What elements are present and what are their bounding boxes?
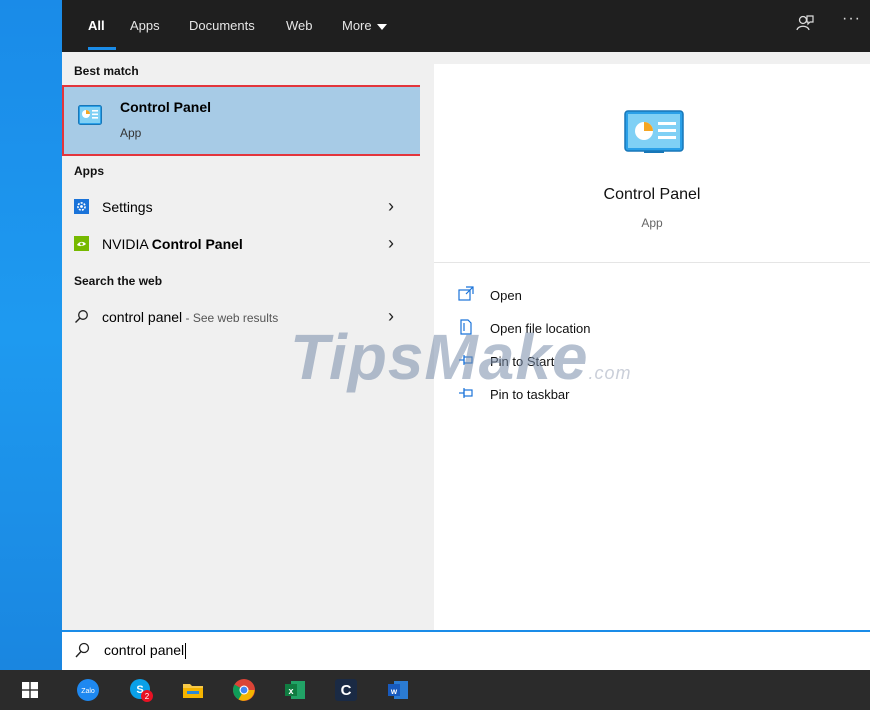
- control-panel-icon: [78, 105, 102, 125]
- open-icon: [458, 286, 474, 301]
- settings-gear-icon: [74, 199, 89, 214]
- section-apps: Apps: [74, 164, 104, 178]
- more-options-icon[interactable]: ···: [842, 10, 861, 28]
- nvidia-icon: [74, 236, 89, 251]
- skype-icon[interactable]: S 2: [129, 678, 153, 702]
- excel-icon[interactable]: x: [283, 678, 307, 702]
- svg-text:Zalo: Zalo: [81, 688, 95, 695]
- section-best-match: Best match: [74, 64, 139, 78]
- svg-text:C: C: [341, 682, 352, 699]
- chevron-right-icon[interactable]: ›: [388, 196, 394, 217]
- web-result-query: control panel: [102, 309, 183, 325]
- svg-text:2: 2: [145, 692, 150, 701]
- tab-web[interactable]: Web: [286, 18, 313, 33]
- control-panel-icon: [624, 110, 684, 153]
- desktop-background: [0, 0, 62, 670]
- preview-title: Control Panel: [603, 186, 701, 203]
- app-result-settings[interactable]: Settings ›: [62, 190, 420, 224]
- nvidia-label-prefix: NVIDIA: [102, 236, 152, 252]
- watermark-suffix: .com: [588, 363, 632, 383]
- tab-more-label: More: [342, 18, 372, 33]
- search-scope-bar: All Apps Documents Web More ···: [62, 0, 870, 52]
- search-icon: [75, 642, 90, 658]
- text-cursor: [185, 643, 187, 660]
- windows-start-icon[interactable]: [22, 682, 38, 698]
- word-icon[interactable]: w: [386, 678, 410, 702]
- nvidia-label-match: Control Panel: [151, 236, 243, 252]
- best-match-subtitle: App: [120, 126, 142, 140]
- active-tab-indicator: [88, 47, 116, 50]
- taskbar: Zalo S 2 x C w: [0, 670, 870, 710]
- section-search-web: Search the web: [74, 274, 163, 288]
- action-open[interactable]: Open: [458, 284, 758, 308]
- chevron-right-icon[interactable]: ›: [388, 233, 394, 254]
- tab-more[interactable]: More: [342, 18, 387, 33]
- zalo-icon[interactable]: Zalo: [76, 678, 100, 702]
- preview-subtitle: App: [641, 216, 663, 230]
- best-match-result[interactable]: Control Panel App: [62, 85, 426, 156]
- divider: [434, 262, 870, 263]
- svg-text:x: x: [288, 686, 293, 696]
- watermark-main: TipsMake: [290, 321, 589, 393]
- action-label: Open: [490, 288, 522, 303]
- watermark: TipsMake.com: [290, 320, 632, 394]
- app-result-label: Settings: [102, 199, 153, 215]
- chevron-down-icon: [376, 23, 387, 30]
- tab-all[interactable]: All: [88, 18, 105, 33]
- tab-documents[interactable]: Documents: [189, 18, 255, 33]
- best-match-title: Control Panel: [120, 99, 212, 115]
- app-result-label: NVIDIA Control Panel: [102, 236, 243, 252]
- search-input[interactable]: control panel: [104, 642, 187, 660]
- search-box[interactable]: control panel: [62, 630, 870, 670]
- ccleaner-icon[interactable]: C: [334, 678, 358, 702]
- svg-text:w: w: [390, 687, 398, 696]
- search-icon: [75, 310, 88, 323]
- chrome-icon[interactable]: [232, 678, 256, 702]
- app-result-nvidia[interactable]: NVIDIA Control Panel ›: [62, 227, 420, 261]
- tab-apps[interactable]: Apps: [130, 18, 160, 33]
- web-result-suffix: - See web results: [182, 311, 279, 325]
- feedback-icon[interactable]: [796, 14, 814, 32]
- file-explorer-icon[interactable]: [181, 678, 205, 702]
- search-input-value: control panel: [104, 642, 185, 658]
- web-result-label: control panel - See web results: [102, 309, 278, 325]
